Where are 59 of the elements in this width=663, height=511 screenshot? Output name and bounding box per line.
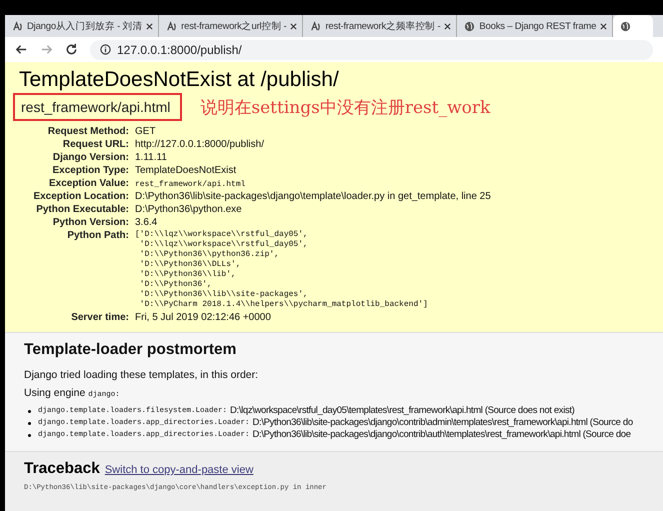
path-line: ['D:\\lqz\\workspace\\rstful_day05', — [135, 230, 309, 240]
reload-icon[interactable] — [65, 43, 78, 56]
section-heading: Template-loader postmortem — [24, 341, 238, 359]
tab-title: Books – Django REST frame — [479, 20, 596, 32]
meta-value: 1.11.11 — [135, 152, 167, 163]
close-icon[interactable] — [444, 22, 452, 30]
meta-label: Python Path: — [66, 229, 130, 243]
tab-title: rest-framework之url控制 - — [181, 20, 286, 32]
close-icon[interactable] — [146, 22, 154, 30]
intro-text: Django tried loading these templates, in this order: — [24, 369, 260, 381]
meta-value: TemplateDoesNotExist — [135, 165, 236, 176]
meta-label: Server time: — [70, 311, 130, 324]
globe-icon — [464, 20, 476, 32]
section-heading: Traceback — [24, 460, 100, 478]
meta-value: rest_framework/api.html — [135, 180, 246, 189]
template-path: D:\Python36\lib\site-packages\django\contrib\auth\templates\rest_framework\api.html (Source doe — [252, 429, 631, 441]
error-title: TemplateDoesNotExist at /publish/ — [19, 68, 340, 92]
path-line: 'D:\\lqz\\workspace\\rstful_day05', — [138, 240, 309, 250]
bullet-icon — [28, 434, 31, 436]
close-icon[interactable] — [290, 22, 298, 30]
path-line: 'D:\\Python36', — [138, 280, 213, 290]
path-line: 'D:\\Python36\\lib', — [138, 270, 237, 280]
path-line: 'D:\\Python36\\DLLs', — [138, 260, 242, 270]
meta-label: Python Version: — [19, 216, 135, 229]
meta-label: Exception Type: — [19, 164, 135, 177]
meta-value: Fri, 5 Jul 2019 02:12:46 +0000 — [135, 312, 271, 323]
meta-value: http://127.0.0.1:8000/publish/ — [135, 139, 264, 150]
info-icon[interactable] — [100, 44, 111, 55]
copy-paste-link[interactable]: Switch to copy-and-paste view — [104, 464, 254, 476]
browser-tab[interactable] — [613, 15, 654, 37]
exception-message: rest_framework/api.html — [13, 93, 182, 121]
meta-label: Exception Value: — [48, 177, 130, 190]
meta-value: D:\Python36\python.exe — [135, 204, 242, 215]
tab-title: Django从入门到放弃 - 刘清 — [27, 20, 142, 32]
meta-value: D:\Python36\lib\site-packages\django\template\loader.py in get_template, line 25 — [135, 191, 491, 202]
bullet-icon — [28, 410, 31, 412]
back-arrow-icon[interactable] — [15, 43, 28, 56]
meta-value: 3.6.4 — [135, 217, 158, 228]
script-icon — [310, 20, 322, 32]
meta-value: GET — [135, 126, 156, 137]
close-icon[interactable] — [600, 22, 608, 30]
path-line: 'D:\\Python36\\python36.zip', — [138, 250, 280, 260]
template-path: D:\Python36\lib\site-packages\django\contrib\admin\templates\rest_framework\api.html (Source do — [252, 417, 633, 429]
address-field[interactable]: 127.0.0.1:8000/publish/ — [90, 40, 653, 60]
template-path: D:\lqz\workspace\rstful_day05\templates\rest_framework\api.html (Source does not exist) — [230, 405, 574, 417]
meta-label: Request Method: — [46, 125, 130, 138]
script-icon — [166, 20, 178, 32]
path-line: 'D:\\Python36\\lib\\site-packages', — [138, 290, 309, 300]
bullet-icon — [28, 422, 31, 424]
globe-icon — [620, 20, 632, 32]
path-line: 'D:\\PyCharm 2018.1.4\\helpers\\pycharm_matplotlib_backend'] — [138, 300, 429, 310]
meta-label: Python Executable: — [35, 203, 130, 216]
engine-label: Using engine — [24, 387, 86, 399]
meta-label: Django Version: — [52, 151, 130, 164]
meta-label: Exception Location: — [32, 190, 130, 203]
tab-title: rest-framework之频率控制 - — [325, 20, 440, 32]
annotation-note: 说明在settings中没有注册rest_work — [200, 96, 490, 118]
script-icon — [12, 20, 23, 32]
meta-label: Request URL: — [62, 138, 130, 151]
